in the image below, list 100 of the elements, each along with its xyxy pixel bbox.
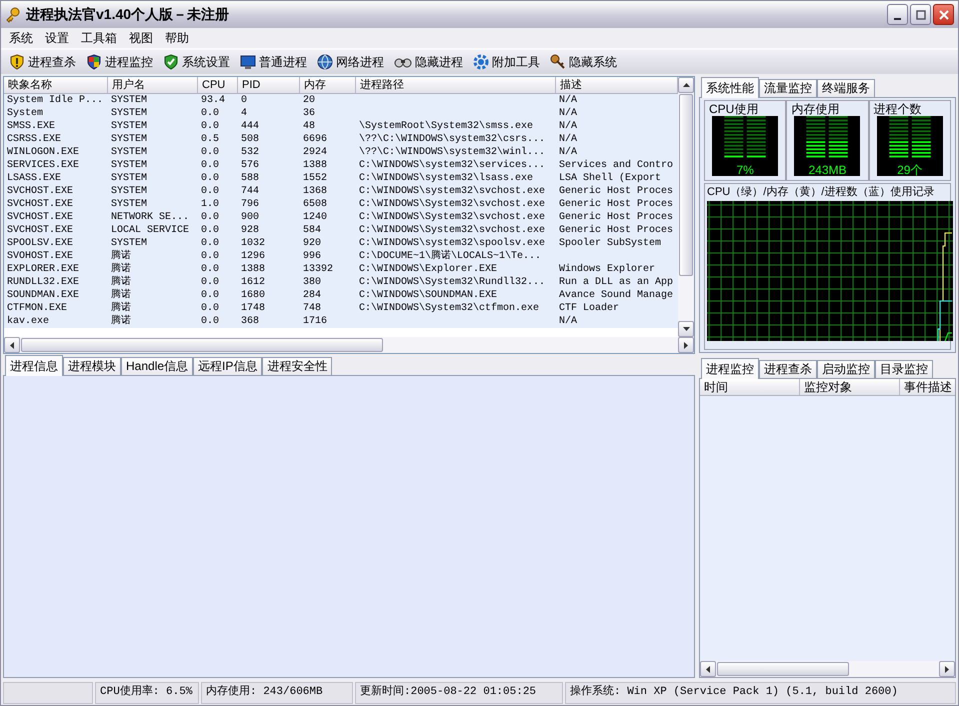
tab[interactable]: 进程模块 bbox=[63, 357, 121, 375]
scroll-thumb[interactable] bbox=[717, 662, 849, 676]
table-cell-text: C:\WINDOWS\Explorer.EXE bbox=[358, 263, 498, 276]
vertical-scrollbar[interactable] bbox=[678, 77, 694, 337]
table-cell-text: \SystemRoot\System32\smss.exe bbox=[358, 120, 534, 133]
scroll-left-button[interactable] bbox=[4, 337, 20, 353]
table-cell-text: SYSTEM bbox=[110, 133, 148, 146]
table-cell-text: kav.exe bbox=[6, 315, 50, 328]
gauge-title: 进程个数 bbox=[874, 102, 922, 116]
table-cell-text: 48 bbox=[302, 120, 316, 133]
scroll-thumb[interactable] bbox=[679, 94, 693, 276]
table-cell-text: SVCHOST.EXE bbox=[6, 211, 74, 224]
gauge-title: CPU使用 bbox=[709, 102, 758, 116]
column-header[interactable]: 监控对象 bbox=[800, 379, 900, 395]
horizontal-scrollbar[interactable] bbox=[4, 337, 694, 353]
column-header[interactable]: 映象名称 bbox=[4, 77, 108, 93]
table-cell-text: SMSS.EXE bbox=[6, 120, 56, 133]
table-cell-text: WINLOGON.EXE bbox=[6, 146, 80, 159]
table-cell-text: C:\WINDOWS\SOUNDMAN.EXE bbox=[358, 289, 498, 302]
key-icon bbox=[5, 6, 21, 22]
table-cell-text: SYSTEM bbox=[110, 159, 148, 172]
table-cell-text: 444 bbox=[240, 120, 260, 133]
table-cell-text: \??\C:\WINDOWS\system32\winl... bbox=[358, 146, 546, 159]
table-cell-text: Generic Host Proces bbox=[558, 198, 674, 211]
table-cell-text: C:\WINDOWS\system32\spoolsv.exe bbox=[358, 237, 546, 250]
table-cell-text: 2924 bbox=[302, 146, 328, 159]
tab[interactable]: 目录监控 bbox=[875, 360, 933, 378]
table-cell-text: 920 bbox=[302, 237, 322, 250]
horizontal-scrollbar[interactable] bbox=[700, 661, 955, 677]
tab[interactable]: 远程IP信息 bbox=[193, 357, 262, 375]
table-cell-text: 576 bbox=[240, 159, 260, 172]
table-cell-text: 928 bbox=[240, 224, 260, 237]
maximize-button[interactable] bbox=[910, 4, 931, 25]
table-cell-text: Spooler SubSystem bbox=[558, 237, 662, 250]
column-header[interactable]: 进程路径 bbox=[356, 77, 556, 93]
menu-item[interactable]: 设置 bbox=[39, 30, 75, 46]
table-cell-text: 0.0 bbox=[200, 211, 220, 224]
table-cell-text: SYSTEM bbox=[110, 237, 148, 250]
menu-item[interactable]: 工具箱 bbox=[75, 30, 123, 46]
scroll-right-button[interactable] bbox=[678, 337, 694, 353]
toolbar-button[interactable]: 系统设置 bbox=[159, 51, 234, 73]
menu-item[interactable]: 视图 bbox=[123, 30, 159, 46]
tab[interactable]: 进程查杀 bbox=[759, 360, 817, 378]
table-cell-text: 0.0 bbox=[200, 263, 220, 276]
toolbar-button[interactable]: 进程查杀 bbox=[5, 51, 80, 73]
toolbar-button[interactable]: 附加工具 bbox=[469, 51, 544, 73]
table-cell-text: C:\WINDOWS\system32\services... bbox=[358, 159, 546, 172]
table-cell-text: 腾诺 bbox=[110, 263, 132, 276]
table-cell-text: 0.0 bbox=[200, 146, 220, 159]
column-header[interactable]: PID bbox=[238, 77, 300, 93]
toolbar-button[interactable]: 网络进程 bbox=[313, 51, 388, 73]
column-header[interactable]: 事件描述 bbox=[900, 379, 956, 395]
close-button[interactable] bbox=[933, 4, 954, 25]
scroll-left-button[interactable] bbox=[700, 661, 716, 677]
tab[interactable]: Handle信息 bbox=[121, 357, 194, 375]
table-cell-text: C:\WINDOWS\System32\svchost.exe bbox=[358, 198, 546, 211]
toolbar-button[interactable]: 普通进程 bbox=[236, 51, 311, 73]
column-header[interactable]: 用户名 bbox=[108, 77, 198, 93]
toolbar-button[interactable]: 进程监控 bbox=[82, 51, 157, 73]
scroll-up-button[interactable] bbox=[678, 77, 694, 93]
tab[interactable]: 终端服务 bbox=[817, 79, 875, 97]
table-cell-text: N/A bbox=[558, 315, 578, 328]
left-arrow-icon bbox=[10, 342, 14, 348]
table-cell-text: N/A bbox=[558, 107, 578, 120]
scroll-thumb[interactable] bbox=[21, 338, 383, 352]
scroll-right-button[interactable] bbox=[939, 661, 955, 677]
toolbar-button[interactable]: 隐藏进程 bbox=[390, 51, 467, 73]
table-cell-text: 1612 bbox=[240, 276, 266, 289]
table-cell-text: 4 bbox=[240, 107, 248, 120]
right-arrow-icon bbox=[945, 666, 949, 672]
table-cell-text: C:\DOCUME~1\腾诺\LOCALS~1\Te... bbox=[358, 250, 542, 263]
table-cell-text: Windows Explorer bbox=[558, 263, 656, 276]
table-cell-text: System Idle P... bbox=[6, 94, 104, 107]
tab[interactable]: 启动监控 bbox=[817, 360, 875, 378]
column-header[interactable]: 内存 bbox=[300, 77, 356, 93]
minimize-button[interactable] bbox=[887, 4, 908, 25]
table-cell-text: 744 bbox=[240, 185, 260, 198]
tab[interactable]: 进程信息 bbox=[5, 355, 63, 376]
table-cell-text: LOCAL SERVICE bbox=[110, 224, 190, 237]
table-cell-text: C:\WINDOWS\system32\lsass.exe bbox=[358, 172, 534, 185]
scroll-down-button[interactable] bbox=[678, 321, 694, 337]
table-cell-text: 腾诺 bbox=[110, 250, 132, 262]
table-cell-text: 1716 bbox=[302, 315, 328, 328]
tab[interactable]: 进程监控 bbox=[701, 358, 759, 379]
table-cell-text: 796 bbox=[240, 198, 260, 211]
column-header[interactable]: CPU bbox=[198, 77, 238, 93]
menu-item[interactable]: 帮助 bbox=[159, 30, 195, 46]
table-cell-text: N/A bbox=[558, 133, 578, 146]
menu-item[interactable]: 系统 bbox=[3, 30, 39, 46]
down-arrow-icon bbox=[682, 327, 690, 331]
tab[interactable]: 进程安全性 bbox=[262, 357, 332, 375]
maximize-icon bbox=[916, 10, 926, 20]
column-header[interactable]: 时间 bbox=[700, 379, 800, 395]
tab[interactable]: 流量监控 bbox=[759, 79, 817, 97]
table-cell-text: 腾诺 bbox=[110, 289, 132, 302]
table-cell-text: 6508 bbox=[302, 198, 328, 211]
table-cell-text: CTFMON.EXE bbox=[6, 302, 68, 315]
table-cell-text: 0.0 bbox=[200, 250, 220, 263]
tab[interactable]: 系统性能 bbox=[701, 77, 759, 98]
toolbar-button[interactable]: 隐藏系统 bbox=[546, 51, 621, 73]
